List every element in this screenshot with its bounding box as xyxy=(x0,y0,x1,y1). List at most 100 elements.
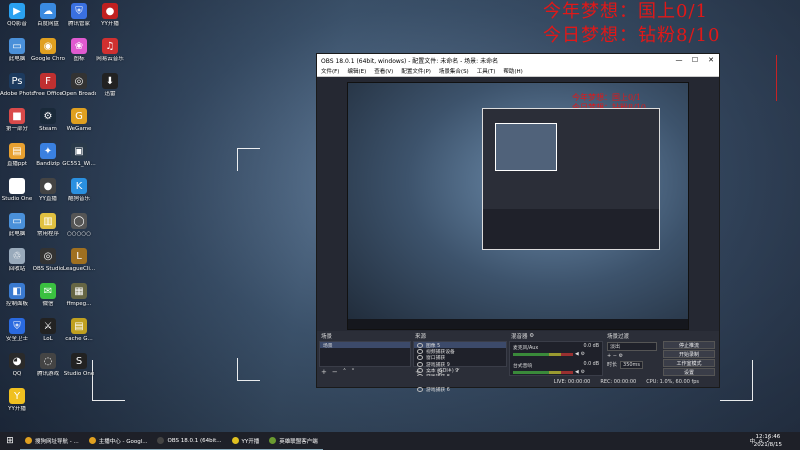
duration-field[interactable]: 350ms xyxy=(620,361,644,369)
desktop-icon[interactable]: ⚔ LoL xyxy=(31,318,65,343)
desktop-icon[interactable]: ⬇ 迅雷 xyxy=(93,73,127,98)
desktop-icon[interactable]: G WeGame xyxy=(62,108,96,133)
add-icon[interactable]: + xyxy=(607,353,611,359)
desktop-icon[interactable]: ◎ OBS Studio xyxy=(31,248,65,273)
duration-row: 时长 350ms xyxy=(607,361,657,369)
desktop-icon[interactable]: ♲ 回收站 xyxy=(0,248,34,273)
eye-icon[interactable] xyxy=(417,386,423,392)
desktop-icon[interactable]: ☁ 百度网盘 xyxy=(31,3,65,28)
desktop-icon[interactable]: Ps Adobe Photoshop xyxy=(0,73,34,98)
studio-mode-button[interactable]: 工作室模式 xyxy=(663,359,715,367)
eye-icon[interactable] xyxy=(417,348,423,354)
desktop-icon-label: 腾讯管家 xyxy=(67,21,90,27)
windows-start-icon[interactable]: ⊞ xyxy=(0,432,20,450)
taskbar-item[interactable]: 主播中心 - Googl... xyxy=(83,432,153,450)
desktop-icon[interactable]: F Free Office xyxy=(31,73,65,98)
gear-icon[interactable]: ⚙ xyxy=(529,333,534,339)
taskbar-item[interactable]: OBS 18.0.1 (64bit... xyxy=(152,432,227,450)
transition-select[interactable]: 淡出 xyxy=(607,342,657,351)
menu-item[interactable]: 配置文件(P) xyxy=(397,67,435,75)
speaker-icon[interactable]: ◀ xyxy=(575,352,579,357)
scenes-list[interactable]: 场景 xyxy=(319,341,411,367)
desktop-icon[interactable]: ⛨ 安全卫士 xyxy=(0,318,34,343)
down-icon[interactable]: ˅ xyxy=(351,368,355,376)
desktop-icon[interactable]: ▥ 常用程序 xyxy=(31,213,65,238)
up-icon[interactable]: ˄ xyxy=(343,368,347,376)
desktop-icon[interactable]: ★ Studio One xyxy=(0,178,34,203)
clock[interactable]: 12:16:46 2021/8/15 xyxy=(754,433,782,449)
desktop-icon[interactable]: ● YY直播 xyxy=(31,178,65,203)
remove-icon[interactable]: − xyxy=(426,368,432,376)
desktop-icon[interactable]: ✉ 微信 xyxy=(31,283,65,308)
desktop-icon[interactable]: ⛨ 腾讯管家 xyxy=(62,3,96,28)
add-icon[interactable]: + xyxy=(415,368,421,376)
desktop-icon[interactable]: ◌ 腾讯游戏 xyxy=(31,353,65,378)
desktop-icon[interactable]: L LeagueCli... xyxy=(62,248,96,273)
desktop-icon[interactable]: ◧ 控制面板 xyxy=(0,283,34,308)
desktop-icon[interactable]: ▣ GC551_Wi... xyxy=(62,143,96,168)
desktop-icon[interactable]: ▭ 此电脑 xyxy=(0,213,34,238)
desktop-icon[interactable]: Y YY开播 xyxy=(0,388,34,413)
add-icon[interactable]: + xyxy=(321,368,327,376)
desktop-icon-label: 常用程序 xyxy=(36,231,59,237)
desktop-icon[interactable]: ◕ QQ xyxy=(0,353,34,378)
desktop-icon[interactable]: ▦ ffmpeg... xyxy=(62,283,96,308)
menu-item[interactable]: 工具(T) xyxy=(473,67,500,75)
eye-icon[interactable] xyxy=(417,361,423,367)
up-icon[interactable]: ˄ xyxy=(448,368,452,376)
desktop-icon[interactable]: ▶ QQ影音 xyxy=(0,3,34,28)
obs-title-bar[interactable]: OBS 18.0.1 (64bit, windows) - 配置文件: 未命名 … xyxy=(317,54,719,66)
desktop-icon[interactable]: ❀ 图标 xyxy=(62,38,96,63)
desktop-icon[interactable]: ■ 第一部分 xyxy=(0,108,34,133)
menu-item[interactable]: 查看(V) xyxy=(370,67,397,75)
sources-list[interactable]: 图像 5视频捕获设备窗口捕获游戏捕获 9文本 (GDI+) 9游戏捕获 8游戏捕… xyxy=(413,341,507,393)
desktop-icon-label: 回收站 xyxy=(8,266,26,272)
desktop-icon[interactable]: ● YY开播 xyxy=(93,3,127,28)
remove-icon[interactable]: − xyxy=(332,368,338,376)
taskbar-item[interactable]: 搜狗网址导航 - ... xyxy=(20,432,84,450)
eye-icon[interactable] xyxy=(417,355,423,361)
desktop-icon[interactable]: ◉ Google Chrome xyxy=(31,38,65,63)
menu-item[interactable]: 文件(F) xyxy=(317,67,343,75)
remove-icon[interactable]: − xyxy=(613,353,617,359)
stop-stream-button[interactable]: 停止推流 xyxy=(663,341,715,349)
desktop-icon-label: OBS Studio xyxy=(32,266,64,272)
gear-icon[interactable]: ⚙ xyxy=(581,370,585,375)
frame-corner-tr-wide xyxy=(756,55,777,101)
minimize-icon[interactable]: — xyxy=(671,56,687,64)
settings-button[interactable]: 设置 xyxy=(663,368,715,376)
desktop-icon[interactable]: ✦ Bandizip xyxy=(31,143,65,168)
menu-item[interactable]: 场景集合(S) xyxy=(435,67,473,75)
gear-icon[interactable]: ⚙ xyxy=(619,353,623,359)
speaker-icon[interactable]: ◀ xyxy=(575,370,579,375)
nested-preview xyxy=(495,123,557,171)
obs-preview[interactable]: 今年梦想：国上0/1 今日梦想：钻粉8/10 xyxy=(317,77,719,331)
menu-item[interactable]: 帮助(H) xyxy=(499,67,526,75)
desktop-icon[interactable]: ◯ ○○○○○ xyxy=(62,213,96,238)
source-item[interactable]: 游戏捕获 6 xyxy=(414,386,506,393)
close-icon[interactable]: ✕ xyxy=(703,56,719,64)
desktop-icon[interactable]: ⚙ Steam xyxy=(31,108,65,133)
scene-item[interactable]: 场景 xyxy=(320,342,410,349)
down-icon[interactable]: ˅ xyxy=(457,368,461,376)
desktop-icon[interactable]: ♫ 网易云音乐 xyxy=(93,38,127,63)
maximize-icon[interactable]: ☐ xyxy=(687,56,703,64)
desktop-icon-label: QQ xyxy=(12,371,22,377)
taskbar-item[interactable]: 英雄联盟客户端 xyxy=(264,432,323,450)
start-record-button[interactable]: 开始录制 xyxy=(663,350,715,358)
gear-icon[interactable]: ⚙ xyxy=(581,352,585,357)
menu-item[interactable]: 编辑(E) xyxy=(343,67,370,75)
desktop-icon[interactable]: ▤ 直播ppt xyxy=(0,143,34,168)
desktop-icon[interactable]: ◎ Open Broadcast xyxy=(62,73,96,98)
desktop-icon[interactable]: ▤ cache G... xyxy=(62,318,96,343)
desktop-icon[interactable]: ▭ 此电脑 xyxy=(0,38,34,63)
eye-icon[interactable] xyxy=(417,342,423,348)
scenes-dock: 场景 场景 + − ˄ ˅ xyxy=(319,332,411,376)
gear-icon[interactable]: ⚙ xyxy=(437,368,443,376)
desktop-icon[interactable]: K 酷狗音乐 xyxy=(62,178,96,203)
obs-window[interactable]: OBS 18.0.1 (64bit, windows) - 配置文件: 未命名 … xyxy=(316,53,720,393)
taskbar-item[interactable]: YY开播 xyxy=(226,432,265,450)
desktop-icon-label: 图标 xyxy=(73,56,85,62)
dream-overlay: 今年梦想：国上0/1 今日梦想：钻粉8/10 xyxy=(543,0,720,48)
desktop-icon[interactable]: S Studio One xyxy=(62,353,96,378)
